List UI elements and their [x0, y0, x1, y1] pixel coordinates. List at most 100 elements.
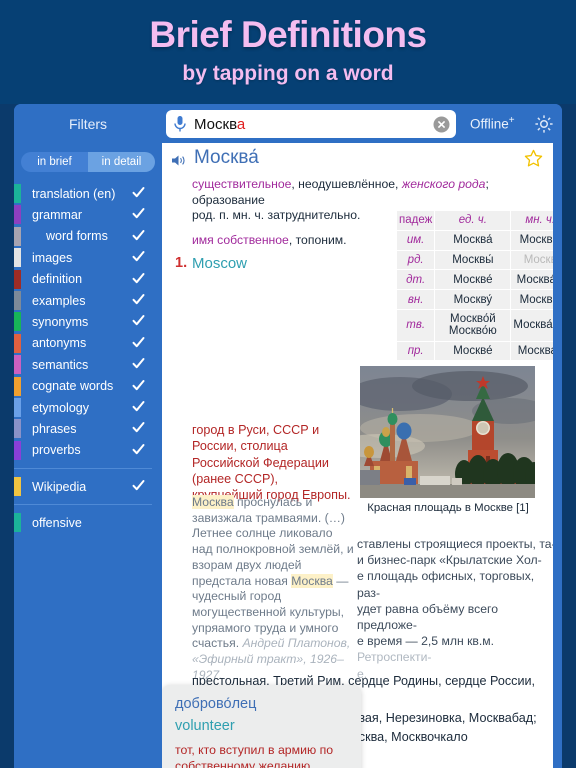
checkmark-icon [132, 207, 145, 220]
checkmark-icon [132, 272, 145, 285]
example-1: Москва проснулась и завизжала трамваями.… [192, 495, 354, 683]
color-swatch [14, 312, 21, 331]
brief-detail-toggle[interactable]: in brief in detail [21, 152, 155, 172]
filter-label: Wikipedia [14, 480, 86, 494]
filters-sidebar: in brief in detail translation (en) gramm… [14, 143, 162, 768]
singular-form: Москвы́ [435, 251, 510, 270]
filters-title: Filters [14, 104, 162, 143]
red-square-moscow-photo[interactable] [360, 366, 535, 498]
para-line-2: и бизнес-парк «Крылатские Хол- [357, 553, 542, 567]
filter-item-phrases[interactable]: phrases [14, 418, 162, 439]
case-label: пр. [397, 342, 434, 361]
plural-form: Москва́ми [511, 310, 553, 341]
plural-form: Москв [511, 251, 553, 270]
clear-circle-icon[interactable] [433, 116, 450, 133]
filter-label: translation (en) [14, 187, 115, 201]
filter-label: synonyms [14, 315, 88, 329]
plural-form: Москва́х [511, 342, 553, 361]
gear-icon[interactable] [533, 113, 555, 135]
example-highlight: Москва [192, 495, 234, 509]
promo-title: Brief Definitions [0, 0, 576, 53]
promo-banner: Brief Definitions by tapping on a word [0, 0, 576, 104]
table-row: им.Москва́Москвы́ [397, 231, 553, 250]
filter-item-etymology[interactable]: etymology [14, 397, 162, 418]
filter-label: examples [14, 294, 86, 308]
plural-form: Москвы́ [511, 290, 553, 309]
singular-form: Москво́й Москво́ю [435, 310, 510, 341]
singular-form: Москве́ [435, 270, 510, 289]
checkmark-icon [132, 400, 145, 413]
color-swatch [14, 398, 21, 417]
definition-text: город в Руси, СССР и России, столица Рос… [192, 422, 352, 503]
filter-label: word forms [14, 229, 108, 243]
sense-number: 1. [175, 255, 187, 271]
sense-translation[interactable]: Moscow [192, 255, 247, 272]
checkmark-icon [132, 379, 145, 392]
checkmark-icon [132, 250, 145, 263]
singular-form: Москве́ [435, 342, 510, 361]
table-row: вн.Москву́Москвы́ [397, 290, 553, 309]
filter-label: grammar [14, 208, 82, 222]
plural-form: Москва́м [511, 270, 553, 289]
checkmark-icon [132, 293, 145, 306]
filter-label: offensive [14, 516, 82, 530]
color-swatch [14, 377, 21, 396]
offline-plus-button[interactable]: Offline+ [470, 115, 515, 132]
filter-item-examples[interactable]: examples [14, 290, 162, 311]
filter-label: etymology [14, 401, 89, 415]
filter-item-antonyms[interactable]: antonyms [14, 333, 162, 354]
para-line-3: е площадь офисных, торговых, раз- [357, 569, 534, 599]
search-field[interactable]: Москва [166, 110, 456, 138]
filter-item-synonyms[interactable]: synonyms [14, 311, 162, 332]
filter-item-images[interactable]: images [14, 247, 162, 268]
para-line-1: ставлены строящиеся проекты, та- [357, 537, 553, 551]
checkmark-icon [132, 314, 145, 327]
checkmark-icon [132, 229, 145, 242]
filter-item-semantics[interactable]: semantics [14, 354, 162, 375]
filter-item-wikipedia[interactable]: Wikipedia [14, 476, 162, 497]
checkmark-icon [132, 357, 145, 370]
case-label: тв. [397, 310, 434, 341]
divider [14, 468, 152, 469]
color-swatch [14, 248, 21, 267]
proper-name-tail: , топоним. [289, 233, 347, 247]
filter-label: cognate words [14, 379, 113, 393]
checkmark-icon [132, 186, 145, 199]
toggle-in-detail[interactable]: in detail [88, 152, 155, 172]
popup-headword: доброво́лец [175, 696, 348, 712]
toggle-in-brief[interactable]: in brief [21, 152, 88, 172]
singular-form: Москву́ [435, 290, 510, 309]
filter-item-definition[interactable]: definition [14, 269, 162, 290]
popup-translation: volunteer [175, 718, 348, 734]
popup-definition: тот, кто вступил в армию по собственному… [175, 742, 348, 768]
entry-content-pane[interactable]: Москва́ существительное, неодушевлённое,… [162, 143, 553, 768]
grammar-pos: существительное [192, 177, 291, 191]
col-singular: ед. ч. [435, 211, 510, 230]
filter-item-proverbs[interactable]: proverbs [14, 440, 162, 461]
promo-subtitle: by tapping on a word [0, 53, 576, 86]
case-label: дт. [397, 270, 434, 289]
speaker-icon[interactable] [171, 154, 186, 167]
grammar-line-2: род. п. мн. ч. затруднительно. [192, 208, 360, 222]
table-row: рд.Москвы́Москв [397, 251, 553, 270]
filter-item-translation-en-[interactable]: translation (en) [14, 183, 162, 204]
checkmark-icon [132, 336, 145, 349]
example-highlight: Москва [291, 574, 333, 588]
grammar-gender: женского рода [402, 177, 486, 191]
filter-label: definition [14, 272, 82, 286]
filter-item-word-forms[interactable]: word forms [14, 226, 162, 247]
page-title: Москва́ [194, 147, 259, 169]
microphone-icon[interactable] [173, 115, 187, 133]
checkmark-icon [132, 421, 145, 434]
color-swatch [14, 270, 21, 289]
star-outline-icon[interactable] [524, 149, 543, 168]
color-swatch [14, 477, 21, 496]
filter-item-cognate-words[interactable]: cognate words [14, 376, 162, 397]
color-swatch [14, 355, 21, 374]
filter-item-offensive[interactable]: offensive [14, 512, 162, 533]
proper-name-label: имя собственное [192, 233, 289, 247]
filter-label: images [14, 251, 72, 265]
filter-item-grammar[interactable]: grammar [14, 204, 162, 225]
word-definition-popup[interactable]: доброво́лец volunteer тот, кто вступил в… [162, 685, 361, 768]
search-input-value[interactable]: Москва [187, 116, 433, 133]
